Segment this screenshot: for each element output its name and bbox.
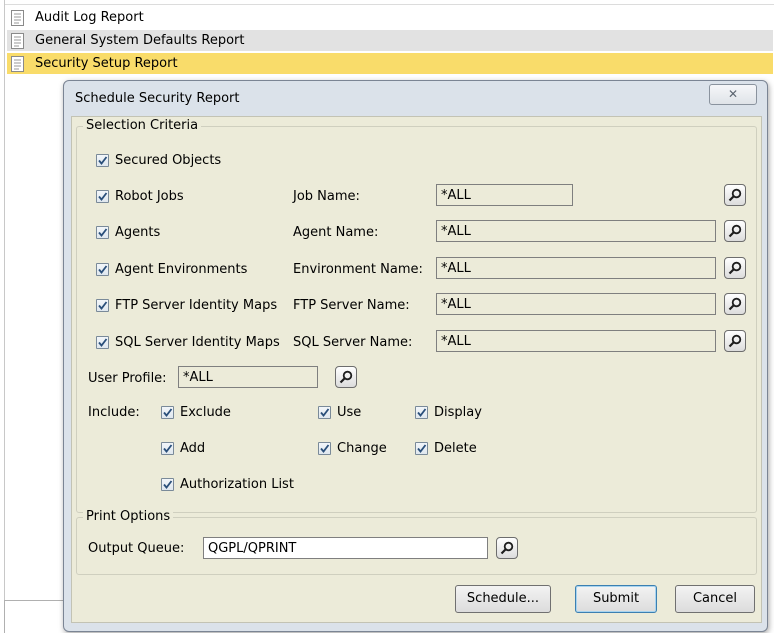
checkbox-label: FTP Server Identity Maps (115, 298, 278, 313)
checkbox-checked-icon (415, 406, 428, 419)
checkbox-checked-icon (96, 263, 109, 276)
checkbox-label: Authorization List (180, 477, 294, 492)
job-name-label: Job Name: (293, 189, 360, 204)
sql-server-name-label: SQL Server Name: (293, 335, 413, 350)
include-label: Include: (88, 405, 140, 420)
checkbox-checked-icon (96, 226, 109, 239)
ftp-server-identity-maps-checkbox[interactable]: FTP Server Identity Maps (96, 298, 277, 313)
checkbox-label: Agent Environments (115, 262, 248, 277)
include-use-checkbox[interactable]: Use (318, 405, 361, 420)
checkbox-checked-icon (96, 190, 109, 203)
search-icon (728, 334, 742, 348)
agent-name-field[interactable] (436, 220, 716, 242)
submit-button[interactable]: Submit (575, 585, 657, 613)
checkbox-label: Exclude (180, 405, 231, 420)
output-queue-label: Output Queue: (88, 541, 185, 556)
agent-name-label: Agent Name: (293, 225, 379, 240)
output-queue-lookup-button[interactable] (496, 537, 518, 559)
selection-criteria-legend: Selection Criteria (83, 118, 202, 133)
checkbox-checked-icon (161, 442, 174, 455)
list-item-label: Security Setup Report (35, 56, 178, 71)
checkbox-checked-icon (161, 406, 174, 419)
dialog-client-area: Selection Criteria Secured Objects Robot… (71, 116, 762, 623)
checkbox-checked-icon (96, 336, 109, 349)
document-icon (11, 55, 25, 72)
list-top-border (5, 0, 774, 5)
job-name-lookup-button[interactable] (724, 184, 746, 206)
environment-name-field[interactable] (436, 257, 716, 279)
dialog-title: Schedule Security Report (75, 91, 240, 106)
list-item-security-setup-report[interactable]: Security Setup Report (7, 53, 773, 74)
checkbox-label: Change (337, 441, 387, 456)
agent-environments-checkbox[interactable]: Agent Environments (96, 262, 247, 277)
include-add-checkbox[interactable]: Add (161, 441, 205, 456)
checkbox-checked-icon (415, 442, 428, 455)
checkbox-checked-icon (96, 299, 109, 312)
close-icon: ✕ (727, 87, 739, 101)
checkbox-label: Use (337, 405, 362, 420)
agent-name-lookup-button[interactable] (724, 220, 746, 242)
ftp-server-name-label: FTP Server Name: (293, 298, 410, 313)
sql-server-name-field[interactable] (436, 330, 716, 352)
search-icon (728, 297, 742, 311)
search-icon (728, 224, 742, 238)
include-authorization-list-checkbox[interactable]: Authorization List (161, 477, 294, 492)
output-queue-field[interactable] (203, 537, 488, 559)
checkbox-checked-icon (161, 478, 174, 491)
secured-objects-checkbox[interactable]: Secured Objects (96, 153, 221, 168)
checkbox-checked-icon (318, 442, 331, 455)
ftp-server-name-lookup-button[interactable] (724, 293, 746, 315)
cancel-button[interactable]: Cancel (675, 585, 755, 613)
sql-server-identity-maps-checkbox[interactable]: SQL Server Identity Maps (96, 335, 280, 350)
include-display-checkbox[interactable]: Display (415, 405, 482, 420)
ftp-server-name-field[interactable] (436, 293, 716, 315)
robot-jobs-checkbox[interactable]: Robot Jobs (96, 189, 184, 204)
include-delete-checkbox[interactable]: Delete (415, 441, 477, 456)
user-profile-field[interactable] (178, 366, 318, 388)
schedule-button[interactable]: Schedule... (455, 585, 551, 613)
sql-server-name-lookup-button[interactable] (724, 330, 746, 352)
list-item-label: Audit Log Report (35, 10, 144, 25)
list-item-label: General System Defaults Report (35, 33, 245, 48)
include-change-checkbox[interactable]: Change (318, 441, 387, 456)
print-options-legend: Print Options (83, 509, 174, 524)
search-icon (500, 541, 514, 555)
document-icon (11, 9, 25, 26)
document-icon (11, 32, 25, 49)
job-name-field[interactable] (436, 184, 573, 206)
environment-name-lookup-button[interactable] (724, 257, 746, 279)
list-item-general-system-defaults-report[interactable]: General System Defaults Report (7, 30, 773, 51)
user-profile-label: User Profile: (88, 371, 167, 386)
bottom-panel-edge (4, 600, 65, 633)
search-icon (339, 370, 353, 384)
checkbox-label: Delete (434, 441, 477, 456)
environment-name-label: Environment Name: (293, 262, 423, 277)
search-icon (728, 261, 742, 275)
checkbox-label: Add (180, 441, 206, 456)
checkbox-checked-icon (96, 154, 109, 167)
close-button[interactable]: ✕ (709, 84, 757, 105)
search-icon (728, 188, 742, 202)
checkbox-label: Secured Objects (115, 153, 222, 168)
checkbox-label: Display (434, 405, 482, 420)
checkbox-label: SQL Server Identity Maps (115, 335, 280, 350)
checkbox-checked-icon (318, 406, 331, 419)
schedule-security-report-dialog: Schedule Security Report ✕ Selection Cri… (63, 80, 768, 632)
user-profile-lookup-button[interactable] (335, 366, 357, 388)
checkbox-label: Robot Jobs (115, 189, 184, 204)
list-item-audit-log-report[interactable]: Audit Log Report (7, 7, 773, 28)
agents-checkbox[interactable]: Agents (96, 225, 160, 240)
include-exclude-checkbox[interactable]: Exclude (161, 405, 231, 420)
checkbox-label: Agents (115, 225, 161, 240)
